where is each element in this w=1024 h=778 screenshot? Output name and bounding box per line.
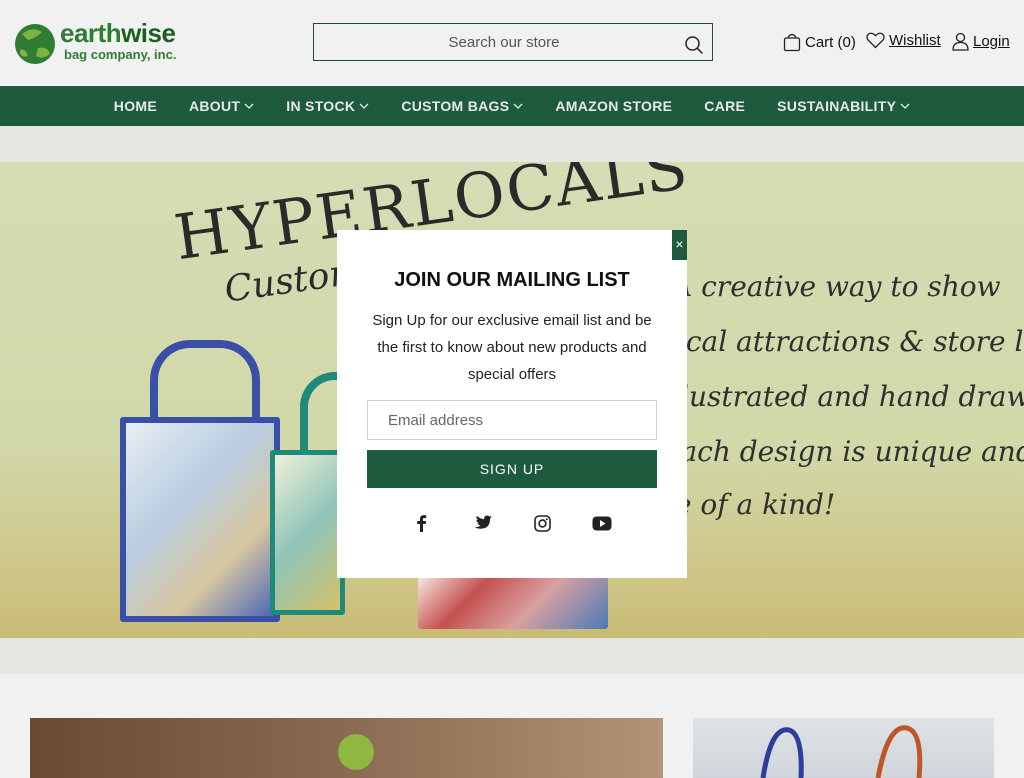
modal-title: JOIN OUR MAILING LIST [394,269,630,291]
instagram-link[interactable] [531,512,553,534]
facebook-link[interactable] [410,512,432,534]
youtube-link[interactable] [591,512,613,534]
close-button[interactable]: × [672,230,687,260]
email-field[interactable] [367,400,657,440]
youtube-icon [592,516,612,530]
twitter-icon [474,515,492,529]
mailing-list-modal: JOIN OUR MAILING LIST Sign Up for our ex… [337,230,687,578]
sign-up-button[interactable]: SIGN UP [367,450,657,488]
modal-description: Sign Up for our exclusive email list and… [372,312,652,383]
facebook-icon [417,515,427,532]
instagram-icon [533,514,551,532]
twitter-link[interactable] [471,512,493,534]
